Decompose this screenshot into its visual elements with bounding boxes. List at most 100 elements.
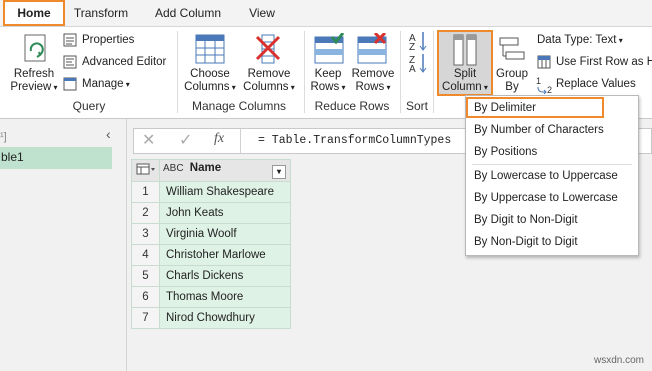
group-label-query: Query — [72, 99, 106, 113]
table-row: 5 Charls Dickens — [131, 265, 291, 287]
name-cell[interactable]: Christoher Marlowe — [159, 244, 291, 266]
svg-text:A: A — [409, 64, 416, 74]
menu-separator — [472, 164, 632, 165]
watermark: wsxdn.com — [594, 355, 645, 366]
tab-transform[interactable]: Transform — [66, 0, 136, 26]
menu-item-by-number-of-characters[interactable]: By Number of Characters — [474, 124, 604, 136]
row-number: 4 — [131, 244, 160, 266]
menu-item-by-non-digit-to-digit[interactable]: By Non-Digit to Digit — [474, 236, 578, 248]
table-row: 6 Thomas Moore — [131, 286, 291, 308]
name-cell[interactable]: William Shakespeare — [159, 181, 291, 203]
refresh-preview-icon — [24, 34, 46, 62]
svg-text:1: 1 — [536, 76, 541, 86]
tab-view[interactable]: View — [240, 0, 284, 26]
commit-formula-icon[interactable]: ✓ — [179, 130, 192, 150]
sort-ascending-icon[interactable]: A Z Z A — [408, 30, 428, 74]
svg-text:Z: Z — [409, 42, 415, 53]
formula-divider — [240, 129, 241, 153]
chevron-down-icon: ▾ — [123, 80, 130, 89]
chevron-down-icon: ▾ — [384, 83, 391, 92]
column-header-name[interactable]: ABC Name ▾ — [159, 159, 291, 182]
table-row: 1 William Shakespeare — [131, 181, 291, 203]
row-number: 1 — [131, 181, 160, 203]
table-icon — [136, 163, 155, 175]
advanced-editor-button[interactable]: Advanced Editor — [82, 56, 166, 68]
filter-dropdown-icon[interactable]: ▾ — [272, 165, 286, 179]
refresh-preview-button[interactable]: Refresh Preview ▾ — [6, 68, 62, 94]
menu-item-by-lowercase-to-uppercase[interactable]: By Lowercase to Uppercase — [474, 170, 618, 182]
table-options-header[interactable] — [131, 159, 160, 182]
refresh-preview-label: Refresh Preview — [10, 68, 55, 93]
row-number: 3 — [131, 223, 160, 245]
data-type-label: Data Type: Text — [537, 34, 617, 46]
split-column-icon — [453, 34, 477, 66]
keep-rows-button[interactable]: Keep Rows ▾ — [304, 68, 352, 94]
remove-rows-button[interactable]: Remove Rows ▾ — [350, 68, 396, 94]
keep-rows-icon — [314, 33, 344, 64]
remove-columns-label: Remove Columns — [243, 68, 291, 93]
group-label-manage-columns: Manage Columns — [191, 99, 287, 113]
table-row: 2 John Keats — [131, 202, 291, 224]
properties-button[interactable]: Properties — [82, 34, 134, 46]
tab-add-column[interactable]: Add Column — [148, 0, 228, 26]
choose-columns-button[interactable]: Choose Columns ▾ — [181, 68, 239, 94]
chevron-down-icon: ▾ — [481, 83, 488, 92]
remove-rows-icon — [357, 33, 387, 64]
group-divider — [433, 31, 434, 113]
data-table: ABC Name ▾ 1 William Shakespeare 2 John Ke… — [131, 159, 291, 329]
split-column-menu: By Delimiter By Number of Characters By … — [465, 95, 639, 256]
chevron-down-icon: ▾ — [616, 36, 623, 45]
menu-item-highlight — [466, 97, 604, 118]
text-type-icon[interactable]: ABC — [160, 163, 184, 174]
row-number: 7 — [131, 307, 160, 329]
formula-input[interactable]: = Table.TransformColumnTypes — [258, 134, 451, 147]
queries-pane-header: ¹] — [0, 131, 7, 143]
name-cell[interactable]: Virginia Woolf — [159, 223, 291, 245]
choose-columns-icon — [195, 34, 225, 64]
row-number: 6 — [131, 286, 160, 308]
chevron-down-icon: ▾ — [229, 83, 236, 92]
name-cell[interactable]: Thomas Moore — [159, 286, 291, 308]
replace-values-button[interactable]: Replace Values — [556, 78, 636, 90]
row-number: 5 — [131, 265, 160, 287]
menu-item-by-positions[interactable]: By Positions — [474, 146, 537, 158]
properties-icon — [63, 33, 77, 47]
group-divider — [177, 31, 178, 113]
advanced-editor-icon — [63, 55, 77, 69]
chevron-down-icon: ▾ — [339, 83, 346, 92]
group-by-button[interactable]: Group By — [492, 68, 532, 94]
menu-item-by-digit-to-non-digit[interactable]: By Digit to Non-Digit — [474, 214, 578, 226]
collapse-pane-icon[interactable]: ‹ — [106, 126, 111, 142]
split-column-label-wrap: Split Column ▾ — [439, 68, 491, 94]
choose-columns-label: Choose Columns — [184, 68, 230, 93]
name-cell[interactable]: John Keats — [159, 202, 291, 224]
chevron-down-icon: ▾ — [288, 83, 295, 92]
group-label-reduce-rows: Reduce Rows — [314, 99, 390, 113]
manage-icon — [63, 77, 77, 91]
query-item[interactable]: ble1 — [0, 147, 112, 169]
table-row: 7 Nirod Chowdhury — [131, 307, 291, 329]
menu-item-by-uppercase-to-lowercase[interactable]: By Uppercase to Lowercase — [474, 192, 618, 204]
row-number: 2 — [131, 202, 160, 224]
group-label-sort: Sort — [405, 99, 428, 113]
remove-columns-button[interactable]: Remove Columns ▾ — [240, 68, 298, 94]
table-row: 4 Christoher Marlowe — [131, 244, 291, 266]
insert-function-icon[interactable]: fx — [214, 131, 224, 147]
manage-button[interactable]: Manage ▾ — [82, 78, 130, 90]
chevron-down-icon: ▾ — [51, 83, 58, 92]
name-cell[interactable]: Nirod Chowdhury — [159, 307, 291, 329]
keep-rows-label: Keep Rows — [310, 68, 342, 93]
name-cell[interactable]: Charls Dickens — [159, 265, 291, 287]
cancel-formula-icon[interactable]: ✕ — [142, 130, 155, 150]
column-header-label: Name — [189, 162, 222, 174]
group-divider — [400, 31, 401, 113]
data-type-dropdown[interactable]: Data Type: Text ▾ — [537, 34, 623, 46]
first-row-header-icon — [537, 55, 551, 69]
use-first-row-as-headers-button[interactable]: Use First Row as H — [556, 56, 652, 68]
svg-text:2: 2 — [547, 85, 552, 94]
replace-values-icon: 1 2 — [536, 76, 552, 94]
query-item-label: ble1 — [1, 150, 24, 164]
manage-label: Manage — [82, 78, 124, 90]
table-row: 3 Virginia Woolf — [131, 223, 291, 245]
tab-home[interactable]: Home — [3, 0, 65, 26]
